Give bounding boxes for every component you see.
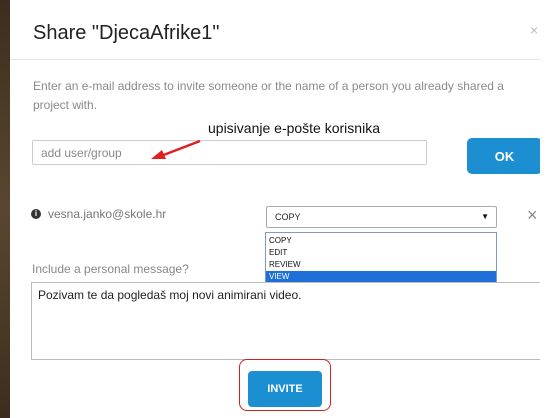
add-user-input[interactable]: [32, 140, 427, 165]
remove-user-icon[interactable]: ×: [527, 205, 538, 225]
message-label: Include a personal message?: [32, 262, 189, 276]
permission-option-copy[interactable]: COPY: [266, 235, 496, 247]
permission-option-review[interactable]: REVIEW: [266, 259, 496, 271]
ok-button[interactable]: OK: [467, 138, 540, 174]
page-backdrop: [0, 0, 10, 418]
chevron-down-icon: ▼: [481, 212, 489, 221]
annotation-label: upisivanje e-pošte korisnika: [208, 120, 380, 136]
intro-text: Enter an e-mail address to invite someon…: [33, 79, 504, 112]
permission-option-edit[interactable]: EDIT: [266, 247, 496, 259]
permission-selected-value: COPY: [275, 212, 301, 222]
personal-message-field[interactable]: Pozivam te da pogledaš moj novi animiran…: [31, 282, 540, 360]
close-icon[interactable]: ×: [530, 22, 538, 38]
permission-select[interactable]: COPY ▼: [266, 206, 497, 228]
info-icon: i: [31, 209, 41, 219]
permission-dropdown: COPY EDIT REVIEW VIEW: [265, 232, 497, 285]
shared-user-email: vesna.janko@skole.hr: [48, 207, 167, 221]
share-dialog: Share "DjecaAfrike1" × Enter an e-mail a…: [10, 0, 540, 418]
header-divider: [10, 59, 540, 60]
red-arrow-icon: [151, 139, 201, 159]
dialog-title: Share "DjecaAfrike1": [33, 22, 220, 44]
invite-button[interactable]: INVITE: [248, 371, 322, 407]
page-backdrop-edge: [540, 0, 547, 418]
